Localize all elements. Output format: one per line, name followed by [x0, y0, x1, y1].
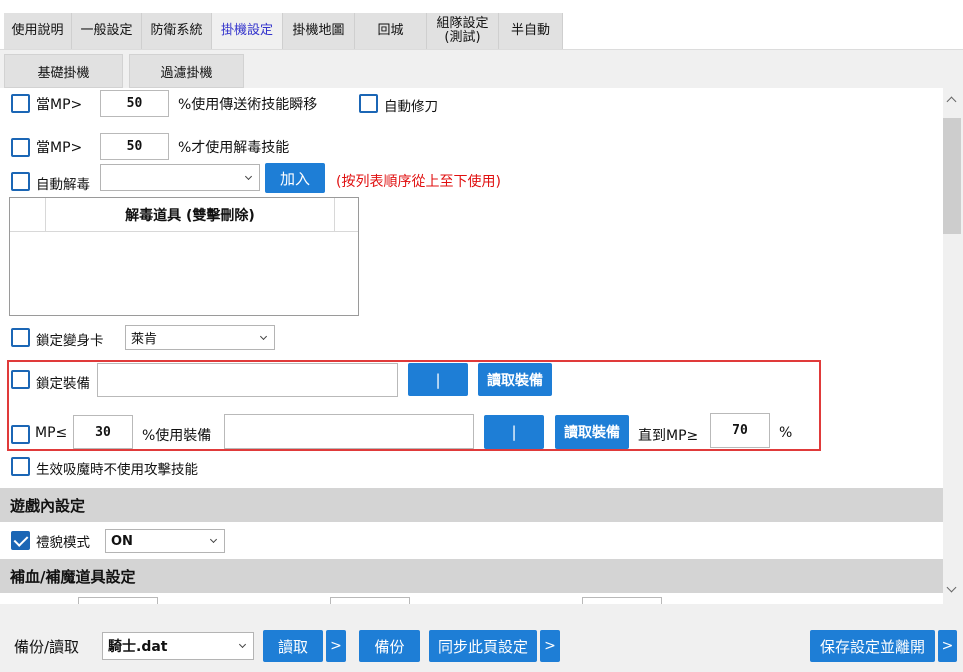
tab-divider: [0, 49, 963, 50]
section-game-settings: 遊戲內設定: [0, 488, 943, 522]
save-and-exit-button[interactable]: 保存設定並離開: [810, 630, 935, 662]
mp-equip-mid: %使用裝備: [142, 428, 212, 444]
lock-equip-read-button[interactable]: 讀取裝備: [478, 363, 552, 396]
bottom-bar: 備份/讀取 騎士.dat 讀取 > 備份 同步此頁設定 > 保存設定並離開 >: [0, 604, 963, 672]
cure-list-title: 解毒道具 (雙擊刪除): [125, 208, 255, 224]
chevron-down-icon: [209, 535, 218, 544]
auto-cure-checkbox[interactable]: [11, 172, 30, 191]
mp-equip-checkbox[interactable]: [11, 425, 30, 444]
mp-equip-pct: %: [779, 425, 793, 441]
section-potion-settings: 補血/補魔道具設定: [0, 559, 943, 593]
mp-equip-item-input[interactable]: [224, 414, 474, 449]
cure-list-header: 解毒道具 (雙擊刪除): [10, 198, 358, 232]
chevron-down-icon: [259, 332, 268, 340]
chevron-down-icon: [244, 172, 253, 180]
mp-teleport-checkbox[interactable]: [11, 94, 30, 113]
scroll-down-icon[interactable]: [946, 582, 957, 593]
mp-equip-sep-button[interactable]: |: [484, 415, 544, 449]
mp-cure-suffix: %才使用解毒技能: [178, 140, 290, 156]
tab-help[interactable]: 使用說明: [4, 13, 72, 49]
list-col-blank: [10, 198, 46, 232]
scroll-thumb[interactable]: [943, 118, 961, 234]
polite-mode-checkbox[interactable]: [11, 531, 30, 550]
polite-mode-dropdown[interactable]: ON: [105, 529, 225, 553]
read-more-button[interactable]: >: [326, 630, 346, 662]
vertical-scrollbar[interactable]: [943, 88, 963, 604]
sync-more-button[interactable]: >: [540, 630, 560, 662]
tab-general[interactable]: 一般設定: [72, 13, 142, 49]
read-button[interactable]: 讀取: [263, 630, 323, 662]
lock-equip-sep-button[interactable]: |: [408, 363, 468, 396]
backup-read-label: 備份/讀取: [14, 638, 80, 656]
polite-mode-label: 禮貌模式: [36, 535, 90, 551]
poly-card-selected: 萊肯: [131, 332, 158, 347]
backup-file-selected: 騎士.dat: [108, 639, 168, 655]
mp-equip-until: 直到MP≥: [638, 428, 699, 444]
backup-button[interactable]: 備份: [359, 630, 420, 662]
tab-afk-settings[interactable]: 掛機設定: [212, 13, 283, 49]
backup-file-dropdown[interactable]: 騎士.dat: [102, 632, 254, 660]
lock-equip-input[interactable]: [97, 363, 398, 397]
mp-equip-until-input[interactable]: 70: [710, 413, 770, 448]
subtab-basic[interactable]: 基礎掛機: [4, 54, 123, 88]
mp-teleport-input[interactable]: 50: [100, 90, 169, 117]
cure-item-list[interactable]: 解毒道具 (雙擊刪除): [9, 197, 359, 316]
mp-cure-checkbox[interactable]: [11, 138, 30, 157]
mp-cure-prefix: 當MP>: [36, 140, 83, 156]
lock-poly-checkbox[interactable]: [11, 328, 30, 347]
auto-sword-checkbox[interactable]: [359, 94, 378, 113]
tab-defense[interactable]: 防衛系統: [142, 13, 212, 49]
list-col-blank-right: [334, 198, 358, 232]
tab-return-town[interactable]: 回城: [355, 13, 427, 49]
tab-semi-auto[interactable]: 半自動: [499, 13, 563, 49]
lock-equip-label: 鎖定裝備: [36, 376, 90, 392]
main-tab-bar: 使用說明 一般設定 防衛系統 掛機設定 掛機地圖 回城 組隊設定 (測試) 半自…: [0, 0, 963, 50]
poly-card-dropdown[interactable]: 萊肯: [125, 325, 275, 350]
mp-cure-input[interactable]: 50: [100, 133, 169, 160]
tab-party[interactable]: 組隊設定 (測試): [427, 13, 499, 49]
mp-teleport-prefix: 當MP>: [36, 97, 83, 113]
mp-equip-prefix: MP≤: [35, 425, 68, 441]
polite-mode-selected: ON: [111, 533, 133, 549]
auto-sword-label: 自動修刀: [384, 99, 438, 115]
add-cure-button[interactable]: 加入: [265, 163, 325, 193]
mp-teleport-suffix: %使用傳送術技能瞬移: [178, 97, 318, 113]
mp-equip-read-button[interactable]: 讀取裝備: [555, 415, 629, 449]
scroll-up-icon[interactable]: [946, 96, 957, 107]
no-attack-drain-checkbox[interactable]: [11, 457, 30, 476]
chevron-down-icon: [238, 640, 247, 649]
subtab-filter[interactable]: 過濾掛機: [129, 54, 244, 88]
mp-equip-input[interactable]: 30: [73, 415, 133, 449]
no-attack-drain-label: 生效吸魔時不使用攻擊技能: [36, 462, 198, 478]
settings-panel: 當MP> 50 %使用傳送術技能瞬移 自動修刀 當MP> 50 %才使用解毒技能…: [0, 88, 963, 609]
auto-cure-label: 自動解毒: [36, 177, 90, 193]
sync-page-button[interactable]: 同步此頁設定: [429, 630, 537, 662]
cure-item-dropdown[interactable]: [100, 164, 260, 191]
tab-afk-map[interactable]: 掛機地圖: [283, 13, 355, 49]
save-more-button[interactable]: >: [938, 630, 957, 662]
lock-equip-checkbox[interactable]: [11, 370, 30, 389]
lock-poly-label: 鎖定變身卡: [36, 333, 104, 349]
cure-order-note: (按列表順序從上至下使用): [336, 174, 501, 190]
